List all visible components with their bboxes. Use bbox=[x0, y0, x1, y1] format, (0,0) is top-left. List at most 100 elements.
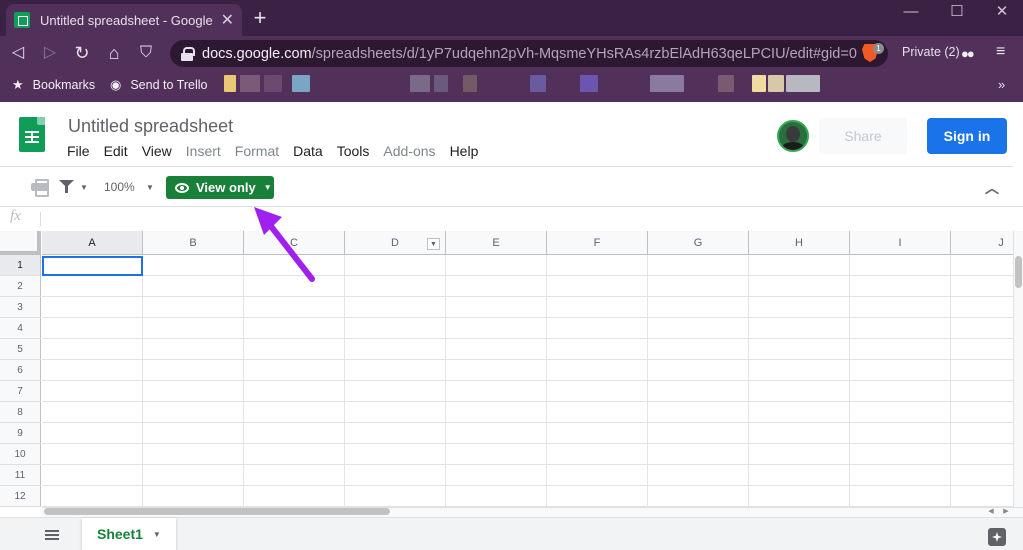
menu-edit[interactable]: Edit bbox=[104, 143, 128, 159]
browser-tab[interactable]: Untitled spreadsheet - Google Sheets ✕ bbox=[6, 4, 242, 36]
vertical-scroll-thumb[interactable] bbox=[1015, 256, 1022, 288]
zoom-select[interactable]: 100% bbox=[104, 180, 135, 194]
menu-add-ons[interactable]: Add-ons bbox=[383, 143, 435, 159]
fx-icon: fx bbox=[10, 208, 21, 224]
all-sheets-icon[interactable] bbox=[45, 530, 59, 540]
blurred-bookmark[interactable] bbox=[768, 75, 784, 92]
menu-bar: File Edit View Insert Format Data Tools … bbox=[67, 143, 492, 159]
eye-icon bbox=[175, 182, 189, 193]
row-header-8[interactable]: 8 bbox=[0, 402, 41, 423]
formula-divider bbox=[40, 212, 41, 226]
blurred-bookmark[interactable] bbox=[434, 75, 448, 92]
select-all-corner[interactable] bbox=[0, 231, 41, 255]
close-window-button[interactable]: ✕ bbox=[979, 0, 1023, 26]
row-header-2[interactable]: 2 bbox=[0, 276, 41, 297]
column-header-j[interactable]: J bbox=[951, 231, 1013, 255]
bookmark-send-to-trello[interactable]: ◉ Send to Trello bbox=[110, 77, 207, 93]
sheet-tab-sheet1[interactable]: Sheet1 ▼ bbox=[82, 518, 176, 550]
globe-icon: ◉ bbox=[110, 77, 122, 92]
share-button[interactable]: Share bbox=[819, 118, 907, 154]
menu-format[interactable]: Format bbox=[235, 143, 279, 159]
view-only-label: View only bbox=[196, 180, 256, 195]
blurred-bookmark[interactable] bbox=[650, 75, 684, 92]
blurred-bookmark[interactable] bbox=[240, 75, 260, 92]
menu-insert[interactable]: Insert bbox=[186, 143, 221, 159]
blurred-bookmark[interactable] bbox=[752, 75, 766, 92]
print-icon[interactable] bbox=[31, 179, 49, 197]
scroll-left-icon[interactable]: ◀ bbox=[985, 507, 997, 517]
star-icon: ★ bbox=[12, 77, 24, 92]
minimize-button[interactable]: — bbox=[888, 0, 934, 26]
horizontal-scroll-thumb[interactable] bbox=[44, 508, 390, 515]
browser-menu-icon[interactable]: ≡ bbox=[996, 43, 1005, 61]
formula-input[interactable] bbox=[50, 210, 1013, 228]
blurred-bookmark[interactable] bbox=[463, 75, 477, 92]
tab-close-icon[interactable]: ✕ bbox=[221, 10, 234, 30]
maximize-button[interactable]: ☐ bbox=[934, 0, 980, 26]
row-header-5[interactable]: 5 bbox=[0, 339, 41, 360]
blurred-bookmark[interactable] bbox=[718, 75, 734, 92]
url-host: docs.google.com bbox=[202, 45, 312, 62]
sheet-tab-label: Sheet1 bbox=[97, 526, 143, 542]
column-d-dropdown-icon[interactable]: ▼ bbox=[427, 238, 440, 250]
blurred-bookmark[interactable] bbox=[292, 75, 310, 92]
blurred-bookmark[interactable] bbox=[580, 75, 598, 92]
forward-button[interactable]: ▷ bbox=[38, 41, 62, 65]
row-header-3[interactable]: 3 bbox=[0, 297, 41, 318]
column-header-a[interactable]: A bbox=[42, 231, 143, 255]
collapse-header-icon[interactable]: ︿ bbox=[985, 178, 999, 198]
spreadsheet-grid: A B C D E F G H I J ▼ 1 2 3 4 5 6 7 8 9 … bbox=[0, 231, 1013, 507]
menu-view[interactable]: View bbox=[142, 143, 172, 159]
menu-file[interactable]: File bbox=[67, 143, 90, 159]
menu-tools[interactable]: Tools bbox=[337, 143, 370, 159]
sheet-tab-caret-icon[interactable]: ▼ bbox=[153, 530, 161, 539]
blurred-bookmark[interactable] bbox=[410, 75, 430, 92]
new-tab-button[interactable]: + bbox=[250, 6, 270, 30]
cell-area[interactable] bbox=[42, 255, 1013, 507]
row-header-7[interactable]: 7 bbox=[0, 381, 41, 402]
blurred-bookmark[interactable] bbox=[530, 75, 546, 92]
column-header-h[interactable]: H bbox=[749, 231, 850, 255]
column-header-f[interactable]: F bbox=[547, 231, 648, 255]
share-label: Share bbox=[844, 128, 882, 144]
row-header-1[interactable]: 1 bbox=[0, 255, 41, 276]
bookmarks-overflow-icon[interactable]: » bbox=[998, 77, 1005, 92]
blurred-bookmark[interactable] bbox=[264, 75, 282, 92]
avatar[interactable] bbox=[777, 120, 809, 152]
annotation-arrow bbox=[254, 207, 315, 282]
document-title[interactable]: Untitled spreadsheet bbox=[68, 116, 233, 137]
bookmark-label: Send to Trello bbox=[130, 78, 208, 92]
annotation-arrow-shaft bbox=[267, 222, 315, 282]
filter-caret-icon[interactable]: ▼ bbox=[80, 183, 88, 192]
blurred-bookmark[interactable] bbox=[786, 75, 820, 92]
row-header-12[interactable]: 12 bbox=[0, 486, 41, 507]
row-header-11[interactable]: 11 bbox=[0, 465, 41, 486]
scroll-right-icon[interactable]: ▶ bbox=[1000, 507, 1012, 517]
column-header-g[interactable]: G bbox=[648, 231, 749, 255]
back-button[interactable]: ◁ bbox=[6, 41, 30, 65]
zoom-caret-icon[interactable]: ▼ bbox=[146, 183, 154, 192]
bookmark-page-button[interactable]: ⛉ bbox=[134, 41, 158, 65]
bookmark-bookmarks[interactable]: ★ Bookmarks bbox=[12, 77, 95, 93]
column-header-i[interactable]: I bbox=[850, 231, 951, 255]
url-path: /spreadsheets/d/1yP7udqehn2pVh-MqsmeYHsR… bbox=[311, 45, 857, 62]
row-header-9[interactable]: 9 bbox=[0, 423, 41, 444]
row-header-4[interactable]: 4 bbox=[0, 318, 41, 339]
private-window-label[interactable]: Private (2) bbox=[902, 45, 960, 59]
row-header-10[interactable]: 10 bbox=[0, 444, 41, 465]
address-bar[interactable]: docs.google.com /spreadsheets/d/1yP7udqe… bbox=[170, 40, 888, 67]
sheets-logo[interactable] bbox=[19, 117, 45, 152]
active-cell-a1[interactable] bbox=[42, 256, 143, 276]
reload-button[interactable]: ↻ bbox=[70, 41, 94, 65]
explore-icon[interactable] bbox=[988, 528, 1006, 546]
menu-help[interactable]: Help bbox=[450, 143, 479, 159]
blurred-bookmark[interactable] bbox=[224, 75, 236, 92]
sign-in-button[interactable]: Sign in bbox=[927, 118, 1007, 154]
row-header-6[interactable]: 6 bbox=[0, 360, 41, 381]
column-header-b[interactable]: B bbox=[143, 231, 244, 255]
menu-data[interactable]: Data bbox=[293, 143, 323, 159]
filter-icon[interactable] bbox=[59, 180, 74, 193]
home-button[interactable]: ⌂ bbox=[102, 41, 126, 65]
view-only-caret-icon: ▼ bbox=[263, 183, 272, 192]
column-header-e[interactable]: E bbox=[446, 231, 547, 255]
